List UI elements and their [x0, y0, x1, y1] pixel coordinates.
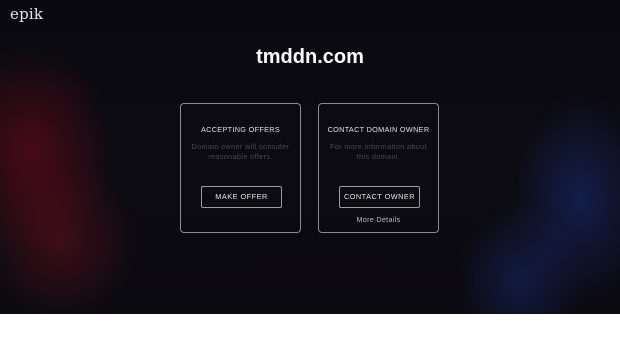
domain-title: tmddn.com	[256, 46, 364, 68]
accepting-offers-card: ACCEPTING OFFERS Domain owner will consi…	[180, 103, 301, 233]
epik-logo[interactable]: epik	[10, 5, 43, 23]
contact-owner-card: CONTACT DOMAIN OWNER For more informatio…	[318, 103, 439, 233]
card-description: Domain owner will consider reasonable of…	[191, 142, 290, 161]
card-title: ACCEPTING OFFERS	[201, 125, 280, 134]
card-description: For more information about this domain.	[329, 142, 428, 161]
hero-section: epik tmddn.com ACCEPTING OFFERS Domain o…	[0, 0, 620, 314]
card-title: CONTACT DOMAIN OWNER	[327, 125, 430, 134]
more-details-link[interactable]: More Details	[319, 215, 438, 224]
contact-owner-button[interactable]: CONTACT OWNER	[339, 186, 420, 208]
make-offer-button[interactable]: MAKE OFFER	[201, 186, 282, 208]
